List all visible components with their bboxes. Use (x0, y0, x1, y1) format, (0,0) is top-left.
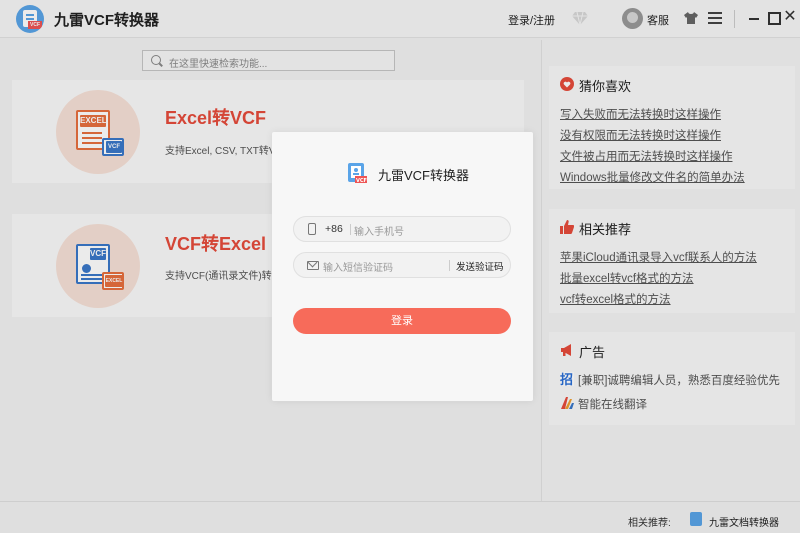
code-placeholder: 输入短信验证码 (323, 263, 393, 274)
phone-input[interactable]: +86 输入手机号 (293, 216, 511, 242)
login-modal: VCF 九雷VCF转换器 +86 输入手机号 输入短信验证码 发送验证码 登录 (272, 132, 533, 401)
country-code[interactable]: +86 (325, 223, 343, 235)
sms-code-input[interactable]: 输入短信验证码 发送验证码 (293, 252, 511, 278)
phone-icon (308, 223, 316, 235)
mail-icon (307, 261, 319, 270)
svg-text:VCF: VCF (356, 178, 367, 184)
phone-placeholder: 输入手机号 (354, 227, 404, 238)
login-button[interactable]: 登录 (293, 308, 511, 334)
modal-title: 九雷VCF转换器 (378, 168, 470, 183)
send-code-button[interactable]: 发送验证码 (456, 259, 504, 273)
app-logo-icon: VCF (348, 163, 367, 184)
